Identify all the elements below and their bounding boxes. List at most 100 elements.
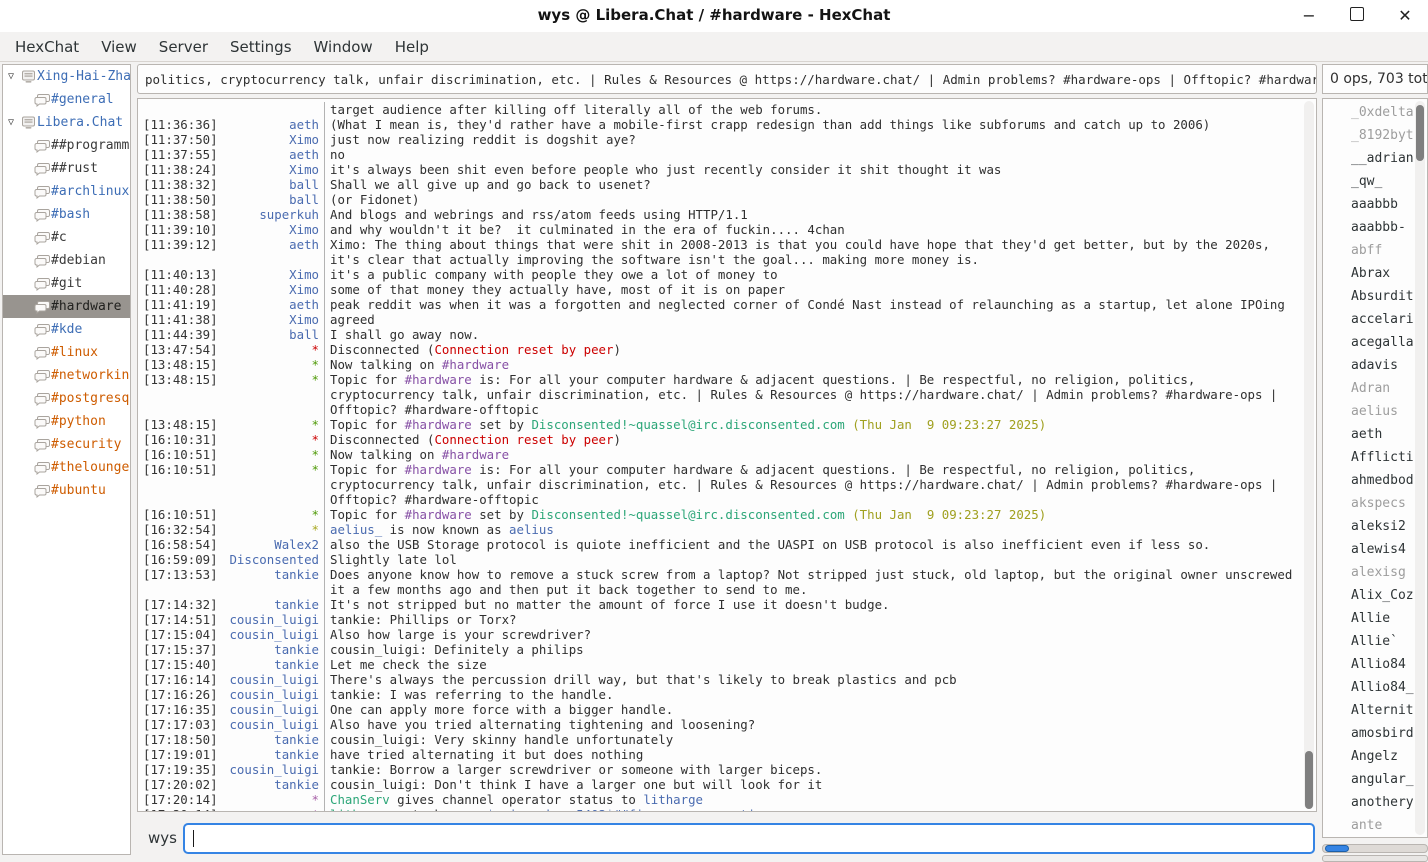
tree-channel-git[interactable]: #git	[3, 272, 130, 295]
user-list-item[interactable]: alexisg	[1323, 561, 1414, 584]
minimize-button[interactable]: −	[1300, 7, 1318, 25]
tree-expander-icon[interactable]: ▽	[3, 117, 19, 128]
status-star: *	[219, 447, 319, 462]
tree-channel-bash[interactable]: #bash	[3, 203, 130, 226]
menu-window[interactable]: Window	[303, 34, 384, 60]
message-text: Also how large is your screwdriver?	[324, 627, 1302, 642]
timestamp: [17:20:02]	[138, 777, 219, 792]
menu-server[interactable]: Server	[148, 34, 219, 60]
tree-channel-networking[interactable]: #networking	[3, 364, 130, 387]
user-list-item[interactable]: Absurdity	[1323, 285, 1414, 308]
tree-channel-programmi[interactable]: ##programmi	[3, 134, 130, 157]
user-list-item[interactable]: aelius	[1323, 400, 1414, 423]
user-list-item[interactable]: Abrax	[1323, 262, 1414, 285]
user-list-item[interactable]: Alix_Cozm	[1323, 584, 1414, 607]
chat-line: target audience after killing off litera…	[138, 102, 1302, 117]
tree-channel-thelounge[interactable]: #thelounge	[3, 456, 130, 479]
message-text: it's a public company with people they o…	[324, 267, 1302, 282]
tree-channel-kde[interactable]: #kde	[3, 318, 130, 341]
status-star: *	[219, 432, 319, 447]
user-list-item[interactable]: ante	[1323, 814, 1414, 837]
user-list-item[interactable]: Allio84	[1323, 653, 1414, 676]
tree-channel-archlinux[interactable]: #archlinux	[3, 180, 130, 203]
tree-label: #bash	[51, 207, 90, 222]
user-list-item[interactable]: acegalla-	[1323, 331, 1414, 354]
user-list-item[interactable]: Allie	[1323, 607, 1414, 630]
chat-scrollbar[interactable]	[1304, 101, 1314, 809]
tree-expander-icon[interactable]: ▽	[3, 71, 19, 82]
channel-icon	[33, 300, 51, 314]
lag-meter	[1322, 855, 1428, 862]
timestamp: [11:38:32]	[138, 177, 219, 192]
user-list-item[interactable]: __adrian	[1323, 147, 1414, 170]
tree-label: #security	[51, 437, 121, 452]
tree-channel-linux[interactable]: #linux	[3, 341, 130, 364]
nick: ball	[219, 177, 319, 192]
user-list-item[interactable]: aleksi2	[1323, 515, 1414, 538]
user-list-item[interactable]: ahmedbodi	[1323, 469, 1414, 492]
timestamp: [17:13:53]	[138, 567, 219, 597]
menu-help[interactable]: Help	[384, 34, 440, 60]
message-text: Also have you tried alternating tighteni…	[324, 717, 1302, 732]
userlist-scrollbar-thumb[interactable]	[1416, 105, 1424, 161]
user-list-item[interactable]: aaabbb-	[1323, 216, 1414, 239]
nick: cousin_luigi	[219, 687, 319, 702]
tree-channel-ubuntu[interactable]: #ubuntu	[3, 479, 130, 502]
timestamp: [16:10:51]	[138, 507, 219, 522]
user-list-item[interactable]: anotheryo	[1323, 791, 1414, 814]
text-caret	[193, 830, 194, 847]
user-list-item[interactable]: amosbird	[1323, 722, 1414, 745]
message-input[interactable]	[183, 823, 1315, 854]
window-title: wys @ Libera.Chat / #hardware - HexChat	[0, 6, 1428, 24]
tree-channel-rust[interactable]: ##rust	[3, 157, 130, 180]
nick	[219, 102, 319, 117]
user-list-item[interactable]: _qw_	[1323, 170, 1414, 193]
channel-icon	[33, 438, 51, 452]
menu-view[interactable]: View	[90, 34, 148, 60]
user-list-item[interactable]: accelario	[1323, 308, 1414, 331]
user-list-item[interactable]: alewis4	[1323, 538, 1414, 561]
tree-server-libera-chat[interactable]: ▽Libera.Chat	[3, 111, 130, 134]
user-list-item[interactable]: Allio84_	[1323, 676, 1414, 699]
chat-line: [11:37:50]Ximojust now realizing reddit …	[138, 132, 1302, 147]
chat-scrollbar-thumb[interactable]	[1305, 751, 1313, 809]
tree-channel-python[interactable]: #python	[3, 410, 130, 433]
user-list-item[interactable]: Afflictio	[1323, 446, 1414, 469]
message-text: and why wouldn't it be? it culminated in…	[324, 222, 1302, 237]
user-list-item[interactable]: aeth	[1323, 423, 1414, 446]
menu-settings[interactable]: Settings	[219, 34, 303, 60]
user-list-item[interactable]: Adran	[1323, 377, 1414, 400]
user-list-item[interactable]: abff	[1323, 239, 1414, 262]
topic-bar[interactable]: politics, cryptocurrency talk, unfair di…	[137, 64, 1317, 94]
message-text: It's not stripped but no matter the amou…	[324, 597, 1302, 612]
timestamp: [17:19:01]	[138, 747, 219, 762]
user-list-item[interactable]: adavis	[1323, 354, 1414, 377]
user-list-item[interactable]: _0xdelta	[1323, 101, 1414, 124]
user-list-item[interactable]: Angelz	[1323, 745, 1414, 768]
chat-line: [17:20:14]*ChanServ gives channel operat…	[138, 792, 1302, 807]
tree-server-xing-hai-zhan[interactable]: ▽Xing-Hai-Zhan	[3, 65, 130, 88]
tree-channel-security[interactable]: #security	[3, 433, 130, 456]
user-list-item[interactable]: _8192byte	[1323, 124, 1414, 147]
user-list-item[interactable]: angular_m	[1323, 768, 1414, 791]
tree-label: #thelounge	[51, 460, 129, 475]
chat-line: [16:10:31]*Disconnected (Connection rese…	[138, 432, 1302, 447]
message-text: Topic for #hardware set by Disconsented!…	[324, 417, 1302, 432]
user-list-item[interactable]: Allie`	[1323, 630, 1414, 653]
tree-channel-general[interactable]: #general	[3, 88, 130, 111]
maximize-button[interactable]	[1348, 7, 1366, 25]
tree-channel-hardware[interactable]: #hardware	[3, 295, 130, 318]
close-button[interactable]: ✕	[1396, 7, 1414, 25]
user-list-item[interactable]: akspecs	[1323, 492, 1414, 515]
menubar: HexChatViewServerSettingsWindowHelp	[0, 32, 1428, 62]
userlist-hscrollbar-thumb[interactable]	[1325, 845, 1349, 852]
userlist-scrollbar[interactable]	[1415, 101, 1425, 835]
menu-hexchat[interactable]: HexChat	[4, 34, 90, 60]
user-list-item[interactable]: Alternity	[1323, 699, 1414, 722]
message-text: Disconnected (Connection reset by peer)	[324, 342, 1302, 357]
tree-channel-c[interactable]: #c	[3, 226, 130, 249]
tree-channel-debian[interactable]: #debian	[3, 249, 130, 272]
userlist-hscrollbar[interactable]	[1322, 844, 1428, 853]
tree-channel-postgresql[interactable]: #postgresql	[3, 387, 130, 410]
user-list-item[interactable]: aaabbb	[1323, 193, 1414, 216]
